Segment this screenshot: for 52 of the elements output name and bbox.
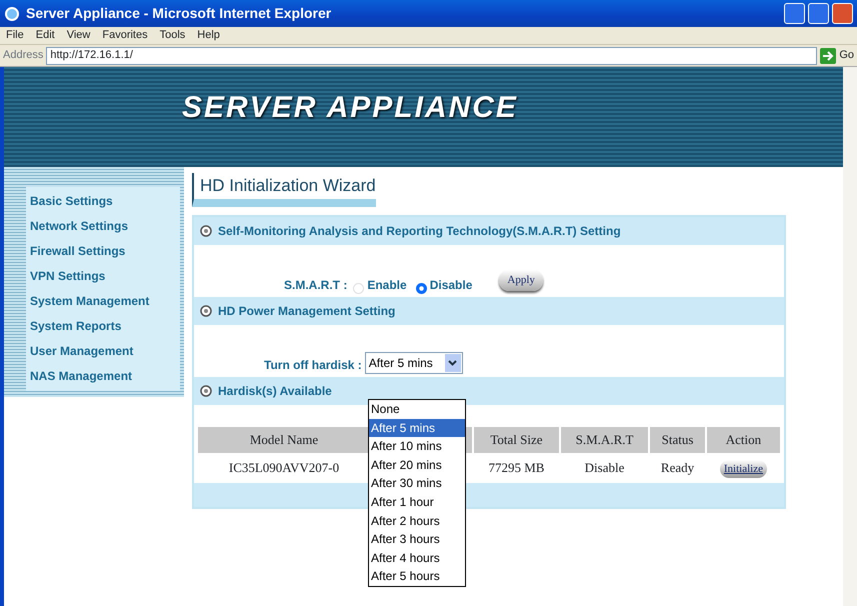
sidebar-item[interactable]: User Management	[28, 339, 178, 364]
circle-icon	[200, 224, 212, 236]
sidebar-item[interactable]: System Reports	[28, 314, 178, 339]
smart-label: S.M.A.R.T :	[284, 276, 348, 294]
apply-button[interactable]: Apply	[499, 270, 543, 290]
page-title: HD Initialization Wizard	[192, 173, 376, 206]
maximize-button[interactable]	[808, 3, 829, 24]
circle-icon	[200, 384, 212, 396]
section-title: HD Power Management Setting	[218, 302, 396, 320]
column-header: Action	[706, 426, 780, 452]
menu-item[interactable]: Edit	[36, 27, 55, 44]
dropdown-option[interactable]: After 3 hours	[369, 530, 465, 549]
go-button[interactable]: Go	[820, 47, 854, 64]
sidebar-item[interactable]: Network Settings	[28, 214, 178, 239]
dropdown-option[interactable]: After 20 mins	[369, 456, 465, 474]
window-title: Server Appliance - Microsoft Internet Explorer	[26, 4, 332, 23]
menu-item[interactable]: View	[66, 27, 90, 44]
close-button[interactable]	[832, 3, 853, 24]
sidebar-item[interactable]: System Management	[28, 289, 178, 314]
dropdown-option[interactable]: After 1 hour	[369, 492, 465, 512]
section-title: Hardisk(s) Available	[218, 382, 332, 400]
circle-icon	[200, 304, 212, 316]
menu-item[interactable]: Tools	[160, 27, 186, 44]
sidebar-item[interactable]: NAS Management	[28, 364, 178, 389]
address-field[interactable]: http://172.16.1.1/	[46, 46, 818, 64]
dropdown-option[interactable]: None	[369, 400, 465, 419]
dropdown-option[interactable]: After 5 hours	[369, 567, 465, 586]
column-header: S.M.A.R.T	[560, 426, 648, 452]
menu-item[interactable]: Favorites	[102, 27, 148, 44]
column-header: Total Size	[474, 426, 559, 452]
column-header: Status	[650, 426, 705, 452]
dropdown-field[interactable]: After 5 mins	[364, 352, 463, 374]
section-title: Self-Monitoring Analysis and Reporting Technology(S.M.A.R.T) Setting	[218, 222, 621, 240]
radio-button[interactable]	[416, 282, 427, 294]
minimize-button[interactable]	[784, 3, 805, 24]
radio-label: Disable	[430, 276, 472, 294]
turn-off-label: Turn off hardisk :	[264, 356, 362, 374]
radio-label: Enable	[367, 276, 407, 294]
column-header: Model Name	[198, 426, 370, 452]
address-label: Address	[3, 48, 44, 64]
initialize-button[interactable]: Initialize	[720, 460, 767, 478]
menu-item[interactable]: Help	[197, 27, 220, 44]
dropdown-option[interactable]: After 4 hours	[369, 548, 465, 568]
dropdown-option[interactable]: After 10 mins	[369, 437, 465, 456]
sidebar-item[interactable]: VPN Settings	[28, 264, 178, 289]
banner-title: SERVER APPLIANCE	[182, 90, 519, 126]
dropdown-option[interactable]: After 2 hours	[369, 512, 465, 530]
dropdown-option[interactable]: After 5 mins	[369, 418, 465, 438]
sidebar-item[interactable]: Firewall Settings	[28, 239, 178, 264]
menu-item[interactable]: File	[6, 27, 24, 44]
dropdown-option[interactable]: After 30 mins	[369, 474, 465, 493]
sidebar-item[interactable]: Basic Settings	[28, 189, 178, 214]
